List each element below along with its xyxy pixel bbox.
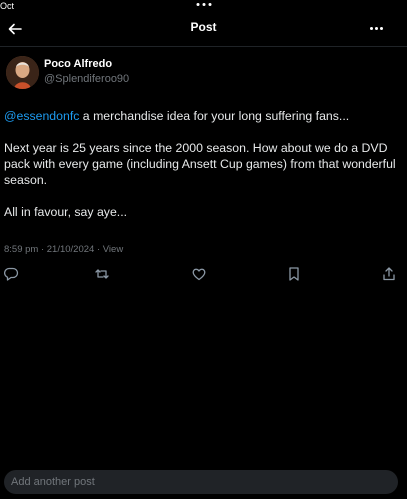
post-paragraph-3: All in favour, say aye... (4, 205, 128, 219)
post-paragraph-1: @essendonfc a merchandise idea for your … (4, 108, 396, 124)
reply-icon[interactable] (3, 266, 19, 282)
avatar[interactable] (6, 56, 39, 89)
like-icon[interactable] (191, 266, 207, 282)
page-title: Post (190, 20, 217, 34)
post-line-1-text: a merchandise idea for your long sufferi… (79, 109, 350, 123)
bookmark-icon[interactable] (286, 266, 302, 282)
add-post-input[interactable] (11, 470, 311, 494)
post-timestamp[interactable]: 8:59 pm · 21/10/2024 · View (4, 244, 123, 255)
repost-icon[interactable] (94, 266, 110, 282)
post-paragraph-2: Next year is 25 years since the 2000 sea… (4, 141, 396, 187)
post-actions (0, 266, 407, 284)
status-bar: Oct (0, 0, 407, 12)
status-date: Oct (0, 1, 15, 11)
top-nav: Post (0, 12, 407, 47)
mention-link[interactable]: @essendonfc (4, 109, 79, 123)
more-options-icon[interactable] (370, 27, 383, 30)
post-text: @essendonfc a merchandise idea for your … (4, 108, 396, 220)
multitask-dots[interactable] (196, 3, 211, 6)
reply-composer[interactable] (4, 470, 398, 494)
author-handle[interactable]: @Splendiferoo90 (44, 73, 129, 85)
share-icon[interactable] (381, 266, 397, 282)
author-display-name[interactable]: Poco Alfredo (44, 58, 112, 70)
post-detail-screen: Oct Post Poco Alfredo @Splendiferoo90 @e… (0, 0, 407, 499)
